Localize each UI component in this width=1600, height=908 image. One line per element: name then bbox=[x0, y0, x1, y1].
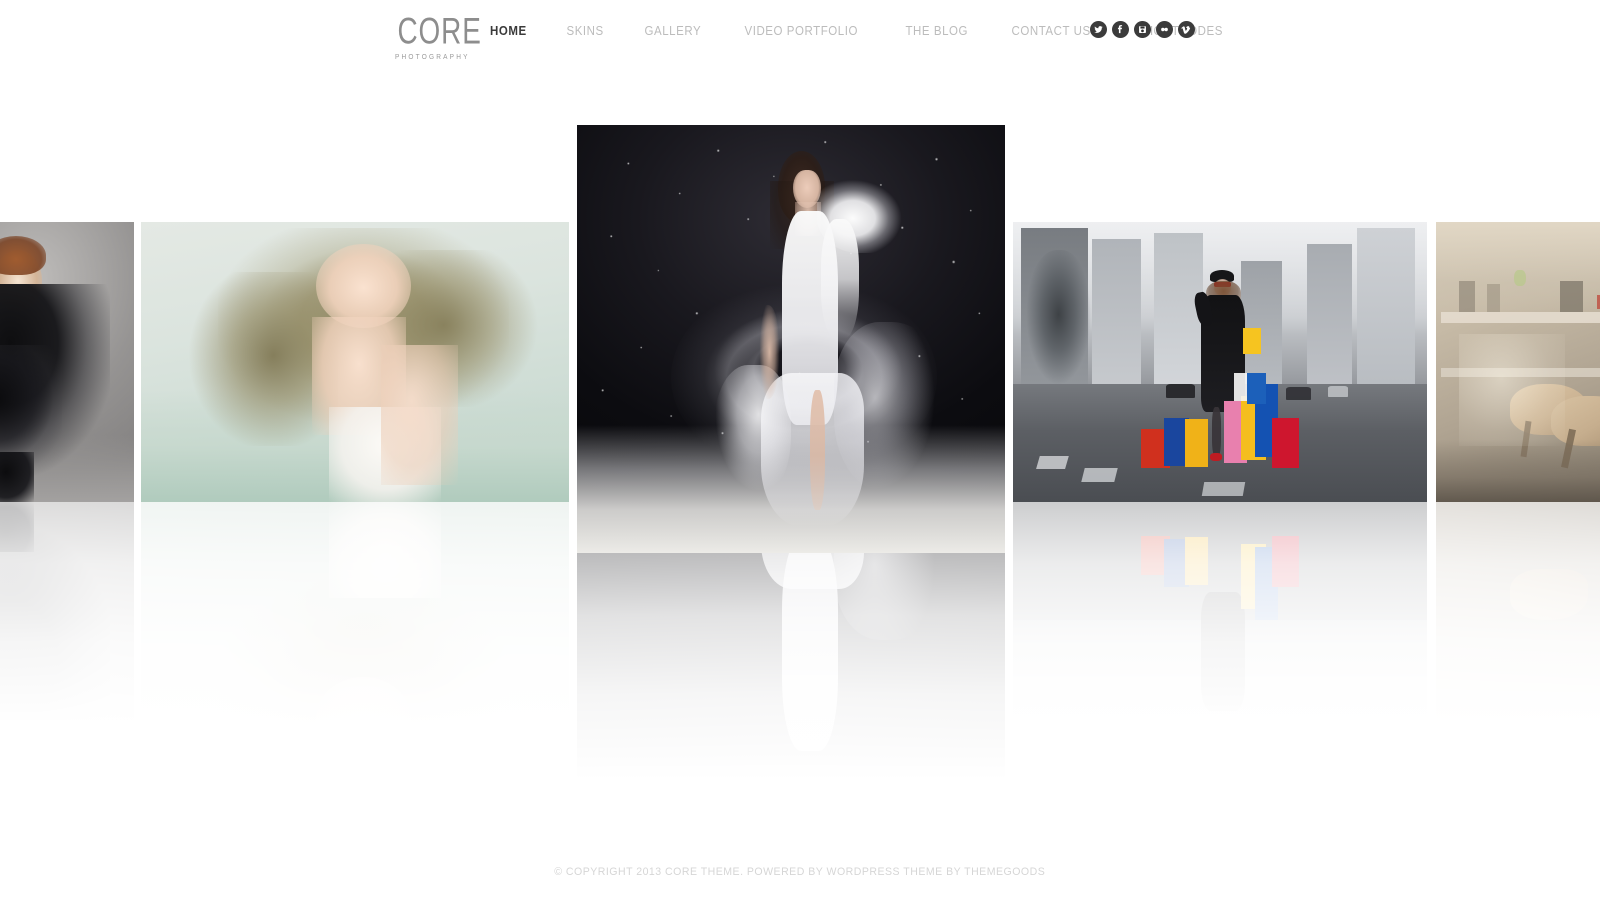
copyright-prefix: © COPYRIGHT 2013 CORE THEME. POWERED BY bbox=[554, 866, 827, 878]
vimeo-icon[interactable] bbox=[1178, 21, 1195, 38]
gallery-photo-3[interactable] bbox=[577, 125, 1005, 553]
nav-item-the-blog[interactable]: THE BLOG bbox=[888, 22, 986, 40]
gallery-photo-1[interactable] bbox=[0, 222, 134, 502]
nav-item-video-portfolio[interactable]: VIDEO PORTFOLIO bbox=[727, 22, 875, 40]
gallery-slide-5[interactable] bbox=[1436, 222, 1600, 782]
nav-item-home[interactable]: HOME bbox=[490, 22, 544, 40]
flickr-icon[interactable] bbox=[1156, 21, 1173, 38]
gallery-slide-4[interactable] bbox=[1013, 222, 1427, 784]
gallery-reflection-5 bbox=[1436, 502, 1600, 782]
nav-item-skins[interactable]: SKINS bbox=[549, 22, 621, 40]
gallery-reflection-3 bbox=[577, 553, 1005, 837]
themegoods-link[interactable]: THEMEGOODS bbox=[964, 866, 1045, 878]
gallery-slide-1[interactable] bbox=[0, 222, 134, 782]
logo-subtitle: PHOTOGRAPHY bbox=[395, 53, 470, 62]
logo-title: CORE bbox=[397, 10, 482, 52]
copyright-middle: THEME BY bbox=[900, 866, 965, 878]
gallery-slide-2[interactable] bbox=[141, 222, 569, 784]
facebook-icon[interactable] bbox=[1112, 21, 1129, 38]
social-links bbox=[1090, 21, 1195, 38]
wordpress-link[interactable]: WORDPRESS bbox=[827, 866, 901, 878]
gallery-reflection-2 bbox=[141, 502, 569, 784]
gallery-photo-2[interactable] bbox=[141, 222, 569, 502]
gallery-photo-4[interactable] bbox=[1013, 222, 1427, 502]
copyright-text: © COPYRIGHT 2013 CORE THEME. POWERED BY … bbox=[554, 866, 1045, 878]
site-logo[interactable]: CORE PHOTOGRAPHY bbox=[395, 10, 482, 63]
gallery-reflection-4 bbox=[1013, 502, 1427, 784]
instagram-icon[interactable] bbox=[1134, 21, 1151, 38]
site-footer: © COPYRIGHT 2013 CORE THEME. POWERED BY … bbox=[0, 862, 1600, 880]
nav-item-gallery[interactable]: GALLERY bbox=[627, 22, 719, 40]
gallery-photo-5[interactable] bbox=[1436, 222, 1600, 502]
photo-gallery-carousel[interactable] bbox=[0, 0, 1600, 860]
page-root: CORE PHOTOGRAPHY HOME SKINS GALLERY VIDE… bbox=[0, 0, 1600, 908]
twitter-icon[interactable] bbox=[1090, 21, 1107, 38]
gallery-slide-3-active[interactable] bbox=[577, 125, 1005, 837]
site-header: CORE PHOTOGRAPHY HOME SKINS GALLERY VIDE… bbox=[0, 0, 1600, 72]
gallery-reflection-1 bbox=[0, 502, 134, 782]
